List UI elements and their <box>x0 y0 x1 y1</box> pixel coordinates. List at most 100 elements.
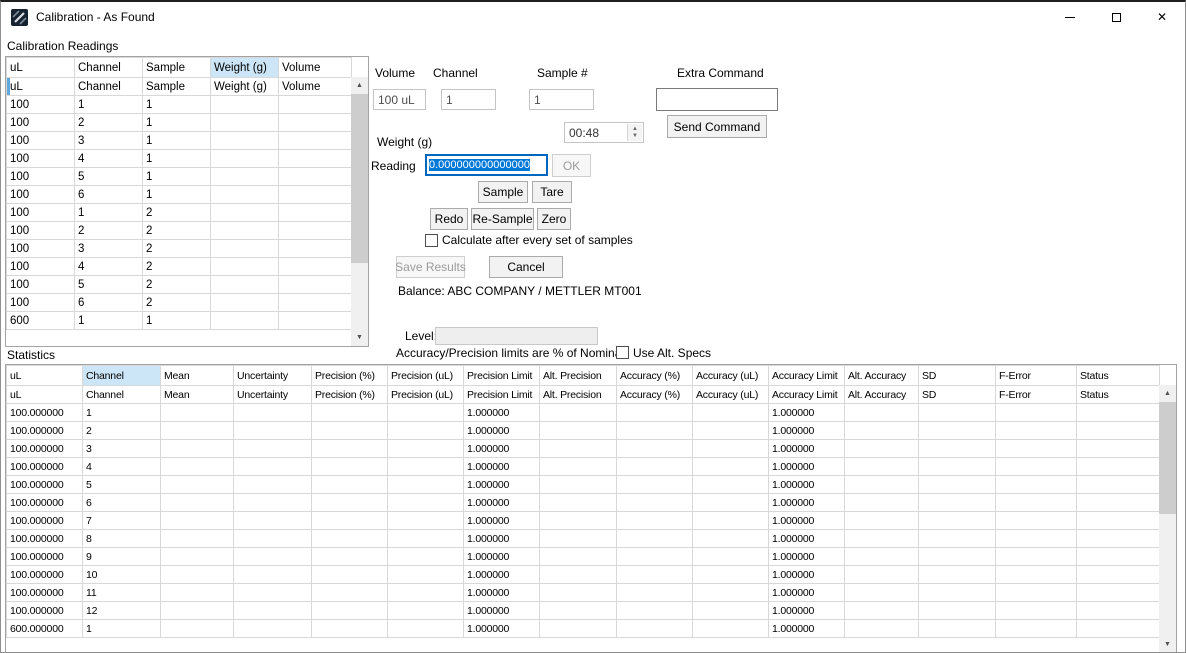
cell[interactable]: 5 <box>75 276 143 294</box>
tare-button[interactable]: Tare <box>532 181 572 203</box>
scroll-down-icon[interactable]: ▼ <box>1159 636 1176 653</box>
cell[interactable]: 1.000000 <box>464 566 540 584</box>
cell[interactable] <box>234 404 312 422</box>
cell[interactable] <box>161 512 234 530</box>
cell[interactable] <box>1077 404 1160 422</box>
cell[interactable] <box>1077 512 1160 530</box>
cell[interactable] <box>312 512 388 530</box>
cell[interactable]: 5 <box>83 476 161 494</box>
column-header-accuracy[interactable]: Accuracy (%) <box>617 386 693 404</box>
scroll-track[interactable] <box>351 94 368 329</box>
cell[interactable] <box>845 404 919 422</box>
cell[interactable] <box>388 440 464 458</box>
send-command-button[interactable]: Send Command <box>667 115 767 138</box>
cell[interactable]: 100.000000 <box>7 422 83 440</box>
cell[interactable]: 100 <box>7 150 75 168</box>
cell[interactable]: 100.000000 <box>7 476 83 494</box>
volume-input[interactable]: 100 uL <box>373 89 426 110</box>
statistics-scrollbar[interactable]: ▲ ▼ <box>1159 385 1176 653</box>
cell[interactable]: 1.000000 <box>464 458 540 476</box>
cell[interactable] <box>919 548 996 566</box>
cell[interactable] <box>388 548 464 566</box>
column-header-ul[interactable]: uL <box>7 58 75 78</box>
cell[interactable] <box>312 566 388 584</box>
cell[interactable] <box>388 584 464 602</box>
cell[interactable]: 9 <box>83 548 161 566</box>
cell[interactable] <box>161 494 234 512</box>
cell[interactable] <box>693 422 769 440</box>
column-header-precision[interactable]: Precision (%) <box>312 386 388 404</box>
column-header-uncertainty[interactable]: Uncertainty <box>234 366 312 386</box>
cell[interactable] <box>279 258 352 276</box>
column-header-ul[interactable]: uL <box>7 366 83 386</box>
cell[interactable] <box>234 494 312 512</box>
column-header-weight-g[interactable]: Weight (g) <box>211 58 279 78</box>
scroll-track[interactable] <box>1159 402 1176 636</box>
cell[interactable] <box>161 458 234 476</box>
cell[interactable] <box>312 404 388 422</box>
cancel-button[interactable]: Cancel <box>489 256 563 278</box>
column-header-sd[interactable]: SD <box>919 366 996 386</box>
cell[interactable]: 1.000000 <box>769 602 845 620</box>
cell[interactable] <box>388 458 464 476</box>
column-header-sd[interactable]: SD <box>919 386 996 404</box>
cell[interactable] <box>919 602 996 620</box>
cell[interactable] <box>919 530 996 548</box>
cell[interactable] <box>388 620 464 638</box>
cell[interactable] <box>312 458 388 476</box>
cell[interactable]: 1.000000 <box>769 440 845 458</box>
cell[interactable]: 1.000000 <box>769 458 845 476</box>
cell[interactable] <box>1077 476 1160 494</box>
cell[interactable]: 1 <box>75 96 143 114</box>
cell[interactable]: 1.000000 <box>464 440 540 458</box>
cell[interactable] <box>279 132 352 150</box>
column-header-channel[interactable]: Channel <box>83 366 161 386</box>
cell[interactable] <box>540 602 617 620</box>
cell[interactable] <box>388 422 464 440</box>
cell[interactable] <box>211 258 279 276</box>
cell[interactable]: 12 <box>83 602 161 620</box>
cell[interactable] <box>996 602 1077 620</box>
cell[interactable] <box>996 422 1077 440</box>
calc-after-checkbox[interactable] <box>425 234 438 247</box>
cell[interactable] <box>540 458 617 476</box>
cell[interactable]: 100 <box>7 96 75 114</box>
cell[interactable] <box>211 312 279 330</box>
cell[interactable]: 100.000000 <box>7 566 83 584</box>
cell[interactable] <box>919 620 996 638</box>
column-header-f-error[interactable]: F-Error <box>996 386 1077 404</box>
cell[interactable] <box>617 548 693 566</box>
cell[interactable] <box>540 512 617 530</box>
cell[interactable]: 1.000000 <box>769 620 845 638</box>
cell[interactable]: 10 <box>83 566 161 584</box>
cell[interactable]: 1.000000 <box>769 494 845 512</box>
cell[interactable]: 1.000000 <box>464 494 540 512</box>
cell[interactable] <box>312 584 388 602</box>
cell[interactable] <box>1077 440 1160 458</box>
cell[interactable]: 100 <box>7 132 75 150</box>
cell[interactable] <box>540 620 617 638</box>
cell[interactable] <box>919 512 996 530</box>
cell[interactable] <box>540 566 617 584</box>
cell[interactable] <box>693 548 769 566</box>
column-header-accuracy-limit[interactable]: Accuracy Limit <box>769 386 845 404</box>
cell[interactable] <box>919 494 996 512</box>
cell[interactable]: 100 <box>7 258 75 276</box>
cell[interactable]: 100.000000 <box>7 530 83 548</box>
spin-down-icon[interactable]: ▼ <box>632 133 638 140</box>
scroll-down-icon[interactable]: ▼ <box>351 329 368 346</box>
cell[interactable]: 8 <box>83 530 161 548</box>
cell[interactable]: 100.000000 <box>7 404 83 422</box>
cell[interactable] <box>996 476 1077 494</box>
cell[interactable]: 100 <box>7 204 75 222</box>
column-header-sample[interactable]: Sample <box>143 58 211 78</box>
cell[interactable] <box>693 566 769 584</box>
cell[interactable] <box>312 602 388 620</box>
cell[interactable] <box>279 168 352 186</box>
cell[interactable] <box>161 422 234 440</box>
cell[interactable] <box>279 276 352 294</box>
cell[interactable] <box>279 114 352 132</box>
cell[interactable] <box>617 422 693 440</box>
cell[interactable] <box>234 584 312 602</box>
cell[interactable] <box>540 404 617 422</box>
